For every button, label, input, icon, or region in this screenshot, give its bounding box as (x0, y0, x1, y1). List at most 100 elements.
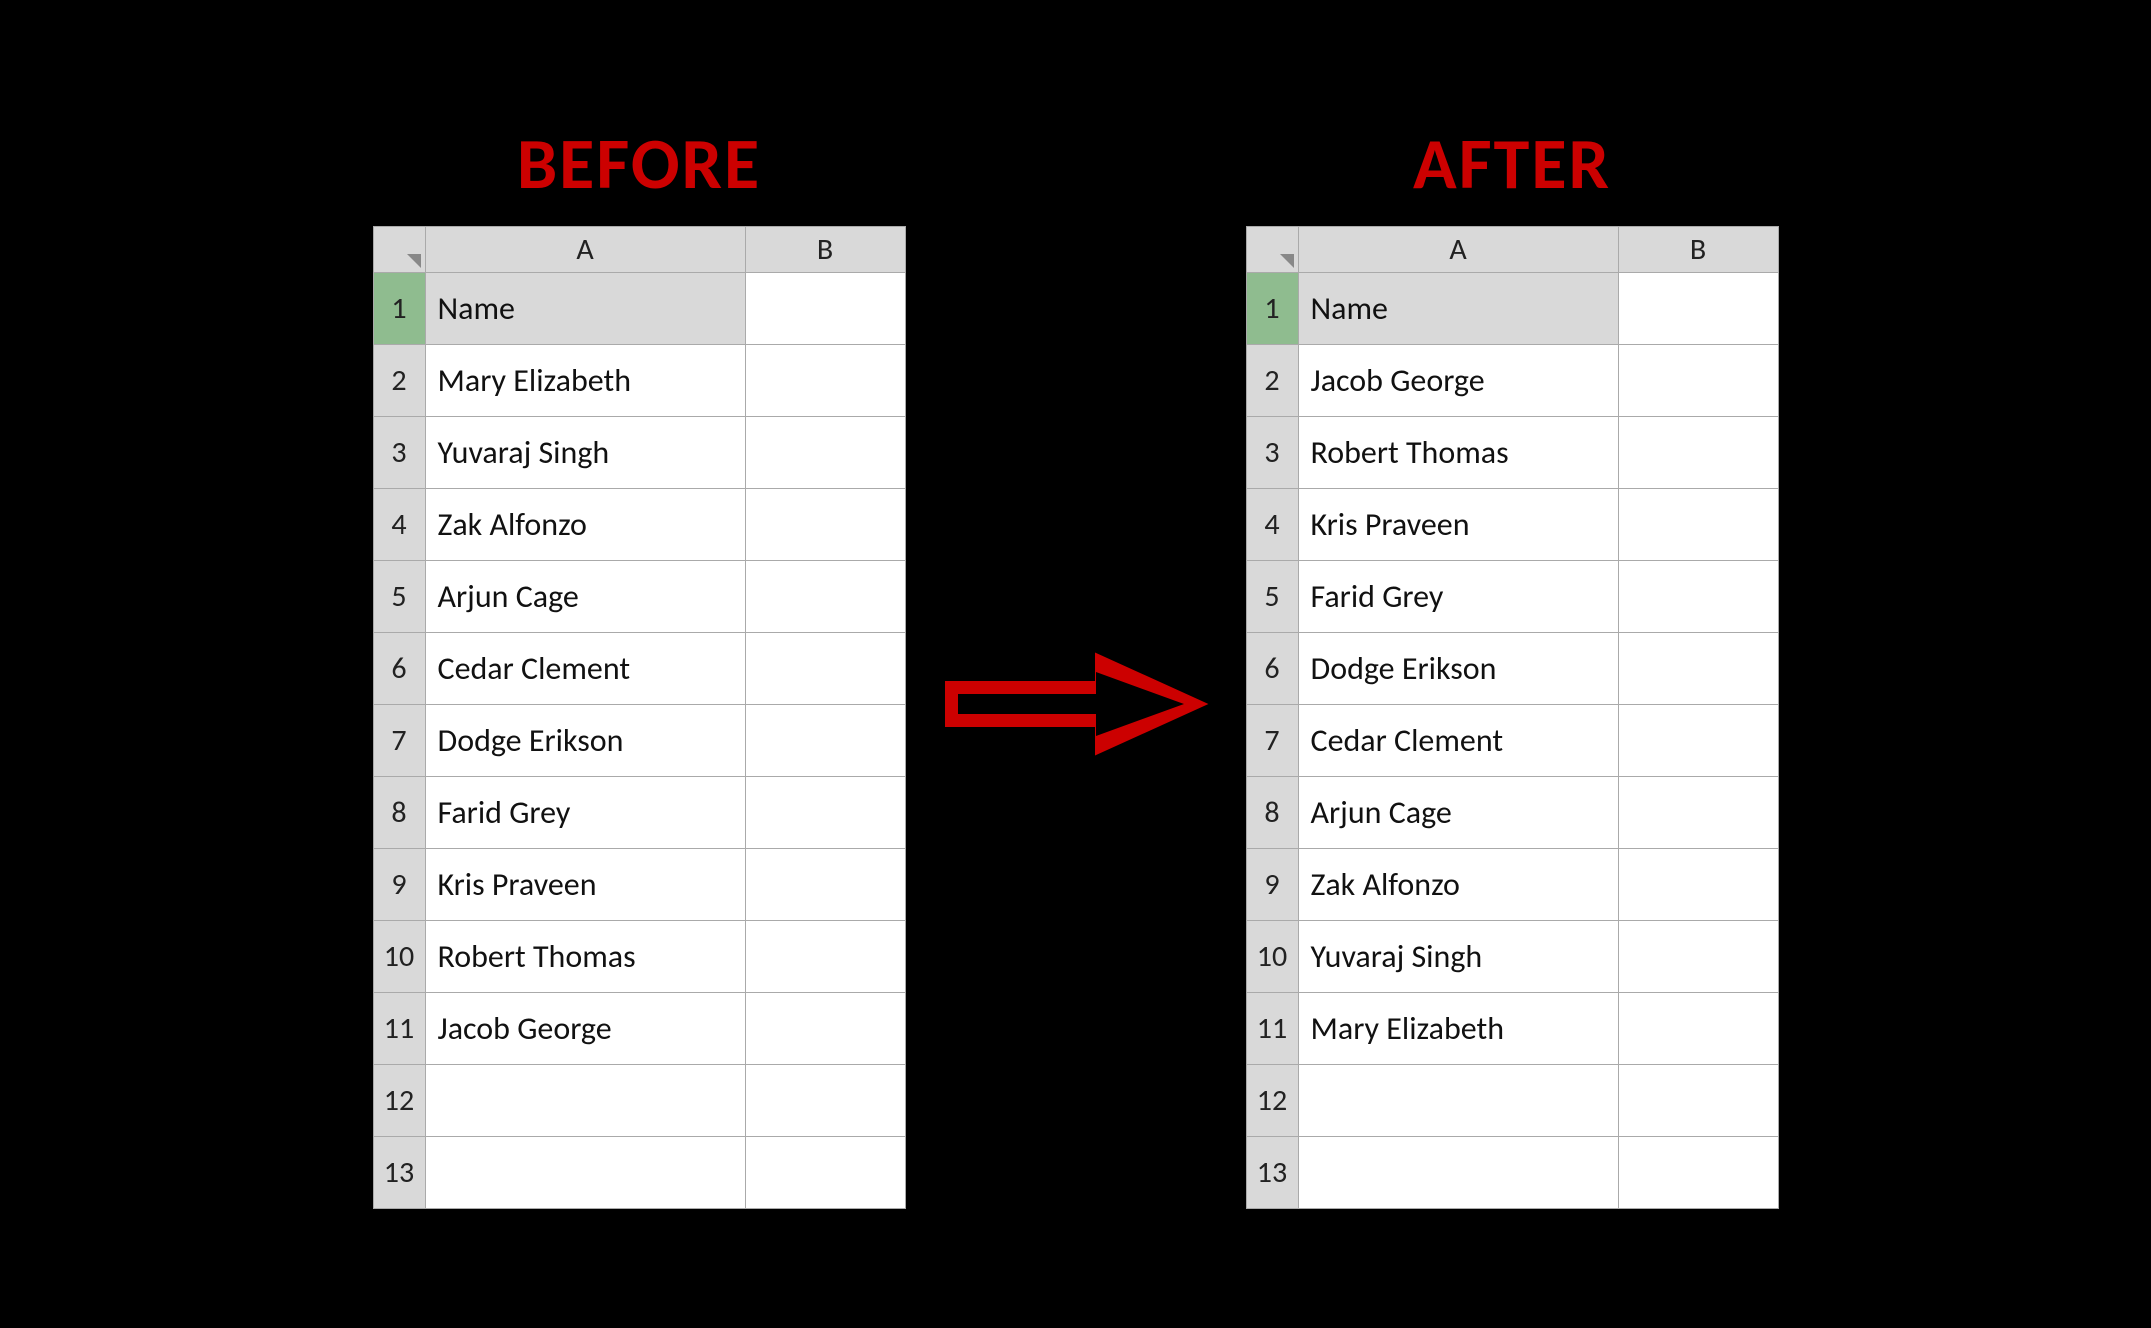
cell-b-11 (745, 992, 905, 1064)
cell-a-5: Arjun Cage (425, 560, 745, 632)
table-row: 10Yuvaraj Singh (1246, 920, 1778, 992)
row-header: 2 (1246, 344, 1298, 416)
cell-a-4: Kris Praveen (1298, 488, 1618, 560)
cell-a-8: Arjun Cage (1298, 776, 1618, 848)
cell-b-8 (1618, 776, 1778, 848)
row-header: 5 (1246, 560, 1298, 632)
table-row: 4Kris Praveen (1246, 488, 1778, 560)
cell-a-7: Dodge Erikson (425, 704, 745, 776)
before-spreadsheet: AB1Name2Mary Elizabeth3Yuvaraj Singh4Zak… (373, 226, 906, 1209)
row-header: 2 (373, 344, 425, 416)
table-row: 11Mary Elizabeth (1246, 992, 1778, 1064)
row-header: 13 (1246, 1136, 1298, 1208)
cell-a-1: Name (425, 272, 745, 344)
cell-b-13 (745, 1136, 905, 1208)
row-header: 8 (1246, 776, 1298, 848)
cell-b-7 (1618, 704, 1778, 776)
row-header: 4 (373, 488, 425, 560)
table-row: 10Robert Thomas (373, 920, 905, 992)
row-header: 1 (1246, 272, 1298, 344)
row-header: 1 (373, 272, 425, 344)
table-row: 7Dodge Erikson (373, 704, 905, 776)
after-spreadsheet: AB1Name2Jacob George3Robert Thomas4Kris … (1246, 226, 1779, 1209)
cell-a-10: Yuvaraj Singh (1298, 920, 1618, 992)
cell-b-1 (1618, 272, 1778, 344)
cell-a-3: Yuvaraj Singh (425, 416, 745, 488)
table-row: 12 (373, 1064, 905, 1136)
table-row: 11Jacob George (373, 992, 905, 1064)
row-header: 3 (1246, 416, 1298, 488)
table-row: 7Cedar Clement (1246, 704, 1778, 776)
row-header: 7 (1246, 704, 1298, 776)
cell-b-11 (1618, 992, 1778, 1064)
row-header: 4 (1246, 488, 1298, 560)
row-header: 5 (373, 560, 425, 632)
cell-b-5 (1618, 560, 1778, 632)
cell-b-2 (1618, 344, 1778, 416)
row-header: 6 (1246, 632, 1298, 704)
main-container: BEFORE AB1Name2Mary Elizabeth3Yuvaraj Si… (0, 0, 2151, 1328)
col-header-b: B (1618, 226, 1778, 272)
table-row: 1Name (373, 272, 905, 344)
corner-cell (373, 226, 425, 272)
table-row: 9Kris Praveen (373, 848, 905, 920)
table-row: 6Dodge Erikson (1246, 632, 1778, 704)
row-header: 11 (1246, 992, 1298, 1064)
cell-a-9: Zak Alfonzo (1298, 848, 1618, 920)
cell-b-10 (745, 920, 905, 992)
cell-a-10: Robert Thomas (425, 920, 745, 992)
row-header: 9 (373, 848, 425, 920)
table-row: 3Yuvaraj Singh (373, 416, 905, 488)
cell-b-6 (745, 632, 905, 704)
cell-a-2: Mary Elizabeth (425, 344, 745, 416)
row-header: 6 (373, 632, 425, 704)
arrow-icon (936, 644, 1216, 764)
cell-a-11: Mary Elizabeth (1298, 992, 1618, 1064)
table-row: 5Farid Grey (1246, 560, 1778, 632)
cell-a-4: Zak Alfonzo (425, 488, 745, 560)
cell-a-12 (425, 1064, 745, 1136)
cell-b-1 (745, 272, 905, 344)
cell-b-12 (1618, 1064, 1778, 1136)
cell-a-11: Jacob George (425, 992, 745, 1064)
cell-a-5: Farid Grey (1298, 560, 1618, 632)
cell-b-3 (1618, 416, 1778, 488)
table-row: 6Cedar Clement (373, 632, 905, 704)
cell-a-3: Robert Thomas (1298, 416, 1618, 488)
row-header: 12 (373, 1064, 425, 1136)
arrow-section (906, 644, 1246, 764)
row-header: 10 (1246, 920, 1298, 992)
table-row: 1Name (1246, 272, 1778, 344)
row-header: 13 (373, 1136, 425, 1208)
table-row: 12 (1246, 1064, 1778, 1136)
cell-a-6: Cedar Clement (425, 632, 745, 704)
cell-b-9 (1618, 848, 1778, 920)
cell-b-2 (745, 344, 905, 416)
table-row: 13 (373, 1136, 905, 1208)
cell-b-8 (745, 776, 905, 848)
table-row: 8Arjun Cage (1246, 776, 1778, 848)
row-header: 11 (373, 992, 425, 1064)
col-header-b: B (745, 226, 905, 272)
cell-b-6 (1618, 632, 1778, 704)
row-header: 8 (373, 776, 425, 848)
table-row: 4Zak Alfonzo (373, 488, 905, 560)
col-header-a: A (425, 226, 745, 272)
cell-b-13 (1618, 1136, 1778, 1208)
row-header: 7 (373, 704, 425, 776)
before-title: BEFORE (517, 120, 761, 208)
table-row: 8Farid Grey (373, 776, 905, 848)
row-header: 3 (373, 416, 425, 488)
cell-a-6: Dodge Erikson (1298, 632, 1618, 704)
after-title: AFTER (1413, 120, 1611, 208)
col-header-a: A (1298, 226, 1618, 272)
cell-a-7: Cedar Clement (1298, 704, 1618, 776)
table-row: 13 (1246, 1136, 1778, 1208)
cell-b-9 (745, 848, 905, 920)
cell-b-12 (745, 1064, 905, 1136)
before-section: BEFORE AB1Name2Mary Elizabeth3Yuvaraj Si… (373, 120, 906, 1209)
cell-a-13 (425, 1136, 745, 1208)
cell-a-9: Kris Praveen (425, 848, 745, 920)
row-header: 9 (1246, 848, 1298, 920)
table-row: 9Zak Alfonzo (1246, 848, 1778, 920)
